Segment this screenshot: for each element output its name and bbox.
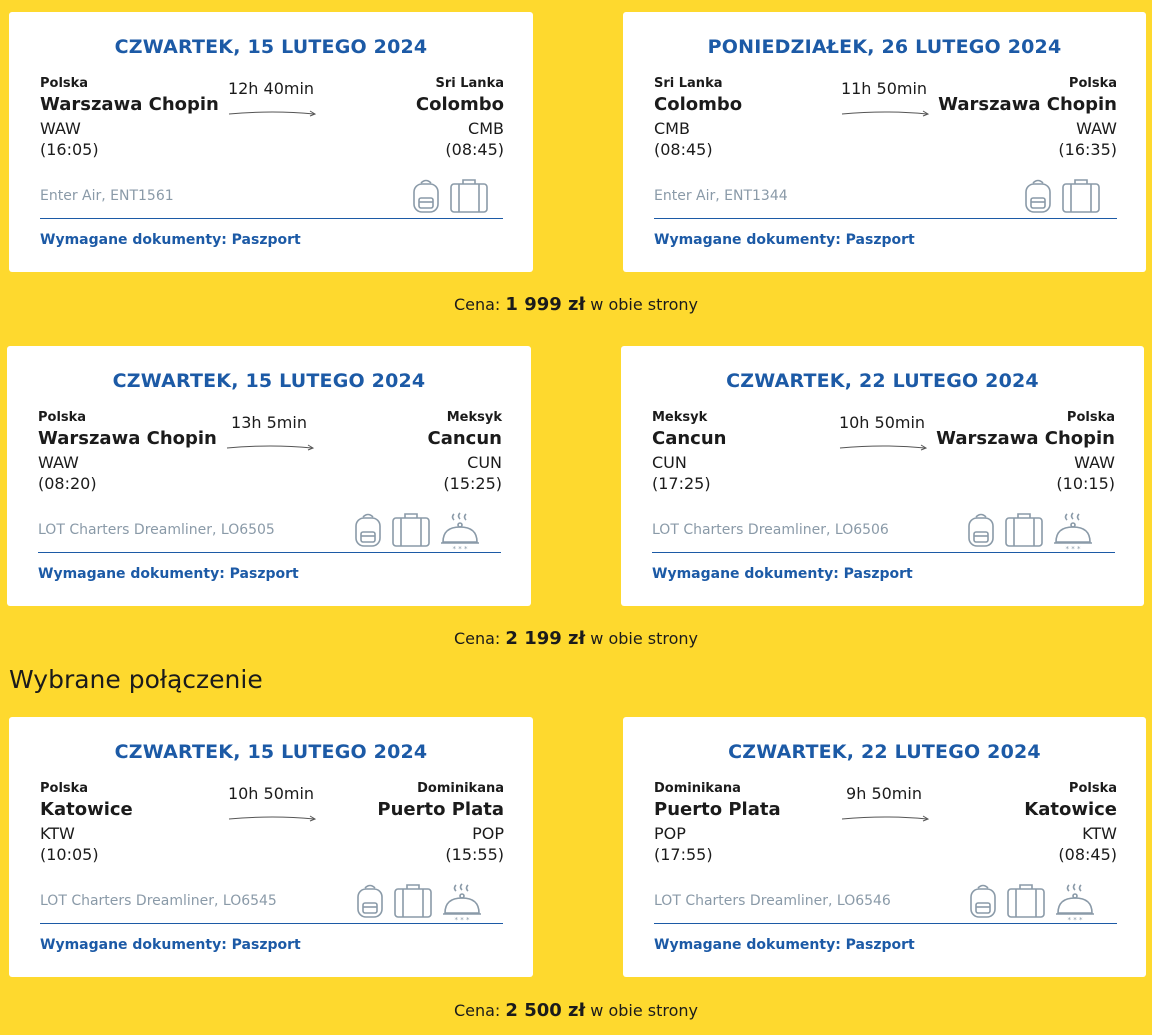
suitcase-icon: [1007, 884, 1045, 918]
amenities: [411, 178, 489, 218]
airline-info: LOT Charters Dreamliner, LO6545: [40, 893, 277, 909]
suitcase-icon: [1005, 513, 1043, 547]
required-documents: Wymagane dokumenty: Paszport: [654, 232, 915, 248]
arrival-time: (08:45): [445, 140, 504, 159]
divider: [652, 552, 1115, 553]
destination-country: Meksyk: [446, 410, 502, 425]
divider: [654, 218, 1117, 219]
backpack-icon: [357, 884, 383, 918]
amenities: * * *: [966, 512, 1094, 552]
destination-code: WAW: [1074, 453, 1115, 472]
divider: [40, 923, 503, 924]
airline-info: LOT Charters Dreamliner, LO6505: [38, 522, 275, 538]
destination-code: KTW: [1082, 824, 1117, 843]
suitcase-icon: [394, 884, 432, 918]
amenities: * * *: [355, 883, 483, 923]
flight-date: CZWARTEK, 22 LUTEGO 2024: [726, 370, 1039, 392]
amenities: * * *: [968, 883, 1096, 923]
price-value: 1 999 zł: [505, 294, 586, 315]
destination-country: Polska: [1066, 410, 1115, 425]
destination-code: WAW: [1076, 119, 1117, 138]
suitcase-icon: [450, 179, 488, 213]
arrival-time: (15:25): [443, 474, 502, 493]
flight-date: PONIEDZIAŁEK, 26 LUTEGO 2024: [707, 36, 1062, 58]
airline-info: LOT Charters Dreamliner, LO6506: [652, 522, 889, 538]
destination-city: Katowice: [1024, 799, 1117, 820]
airline-info: Enter Air, ENT1344: [654, 188, 788, 204]
airline-info: LOT Charters Dreamliner, LO6546: [654, 893, 891, 909]
destination: Polska Warszawa Chopin WAW (10:15): [855, 410, 1115, 494]
suitcase-icon: [1062, 179, 1100, 213]
meal-icon: * * *: [1054, 512, 1092, 552]
destination-city: Warszawa Chopin: [936, 428, 1115, 449]
flight-date: CZWARTEK, 15 LUTEGO 2024: [112, 370, 426, 392]
destination-city: Puerto Plata: [377, 799, 504, 820]
amenities: [1023, 178, 1101, 218]
required-documents: Wymagane dokumenty: Paszport: [652, 566, 913, 582]
flight-card[interactable]: CZWARTEK, 15 LUTEGO 2024 Polska Warszawa…: [9, 12, 533, 272]
required-documents: Wymagane dokumenty: Paszport: [40, 232, 301, 248]
price-summary: Cena: 2 500 zł w obie strony: [0, 1000, 1152, 1021]
destination-code: CUN: [467, 453, 502, 472]
destination-country: Polska: [1068, 76, 1117, 91]
price-value: 2 199 zł: [505, 628, 586, 649]
price-suffix: w obie strony: [590, 629, 699, 648]
destination-city: Warszawa Chopin: [938, 94, 1117, 115]
selected-connection-heading: Wybrane połączenie: [9, 665, 263, 694]
destination-code: CMB: [468, 119, 504, 138]
price-value: 2 500 zł: [505, 1000, 586, 1021]
price-label: Cena:: [453, 629, 501, 648]
backpack-icon: [970, 884, 996, 918]
svg-text:* * *: * * *: [455, 916, 470, 923]
price-label: Cena:: [453, 1001, 501, 1020]
divider: [654, 923, 1117, 924]
required-documents: Wymagane dokumenty: Paszport: [38, 566, 299, 582]
airline-info: Enter Air, ENT1561: [40, 188, 174, 204]
arrival-time: (10:15): [1056, 474, 1115, 493]
backpack-icon: [355, 513, 381, 547]
svg-text:* * *: * * *: [1066, 545, 1081, 552]
flight-date: CZWARTEK, 15 LUTEGO 2024: [114, 36, 428, 58]
backpack-icon: [413, 179, 439, 213]
meal-icon: * * *: [441, 512, 479, 552]
destination: Meksyk Cancun CUN (15:25): [242, 410, 502, 494]
svg-text:* * *: * * *: [1068, 916, 1083, 923]
flight-date: CZWARTEK, 22 LUTEGO 2024: [728, 741, 1041, 763]
price-summary: Cena: 1 999 zł w obie strony: [0, 294, 1152, 315]
destination: Dominikana Puerto Plata POP (15:55): [244, 781, 504, 865]
backpack-icon: [968, 513, 994, 547]
destination-city: Colombo: [415, 94, 504, 115]
price-suffix: w obie strony: [590, 1001, 699, 1020]
flight-card[interactable]: CZWARTEK, 15 LUTEGO 2024 Polska Warszawa…: [7, 346, 531, 606]
flight-card[interactable]: CZWARTEK, 22 LUTEGO 2024 Meksyk Cancun C…: [621, 346, 1144, 606]
flight-card[interactable]: CZWARTEK, 22 LUTEGO 2024 Dominikana Puer…: [623, 717, 1146, 977]
flight-card[interactable]: CZWARTEK, 15 LUTEGO 2024 Polska Katowice…: [9, 717, 533, 977]
flight-card[interactable]: PONIEDZIAŁEK, 26 LUTEGO 2024 Sri Lanka C…: [623, 12, 1146, 272]
destination: Polska Katowice KTW (08:45): [857, 781, 1117, 865]
arrival-time: (16:35): [1058, 140, 1117, 159]
destination-country: Sri Lanka: [435, 76, 505, 91]
destination-country: Polska: [1068, 781, 1117, 796]
required-documents: Wymagane dokumenty: Paszport: [654, 937, 915, 953]
destination-country: Dominikana: [417, 781, 504, 796]
amenities: * * *: [353, 512, 481, 552]
backpack-icon: [1025, 179, 1051, 213]
suitcase-icon: [392, 513, 430, 547]
destination: Polska Warszawa Chopin WAW (16:35): [857, 76, 1117, 160]
meal-icon: * * *: [443, 883, 481, 923]
divider: [38, 552, 501, 553]
price-label: Cena:: [453, 295, 501, 314]
required-documents: Wymagane dokumenty: Paszport: [40, 937, 301, 953]
destination-city: Cancun: [427, 428, 502, 449]
arrival-time: (15:55): [445, 845, 504, 864]
flight-date: CZWARTEK, 15 LUTEGO 2024: [114, 741, 428, 763]
destination-code: POP: [472, 824, 504, 843]
meal-icon: * * *: [1056, 883, 1094, 923]
price-summary: Cena: 2 199 zł w obie strony: [0, 628, 1152, 649]
destination: Sri Lanka Colombo CMB (08:45): [244, 76, 504, 160]
divider: [40, 218, 503, 219]
svg-text:* * *: * * *: [453, 545, 468, 552]
arrival-time: (08:45): [1058, 845, 1117, 864]
price-suffix: w obie strony: [590, 295, 699, 314]
